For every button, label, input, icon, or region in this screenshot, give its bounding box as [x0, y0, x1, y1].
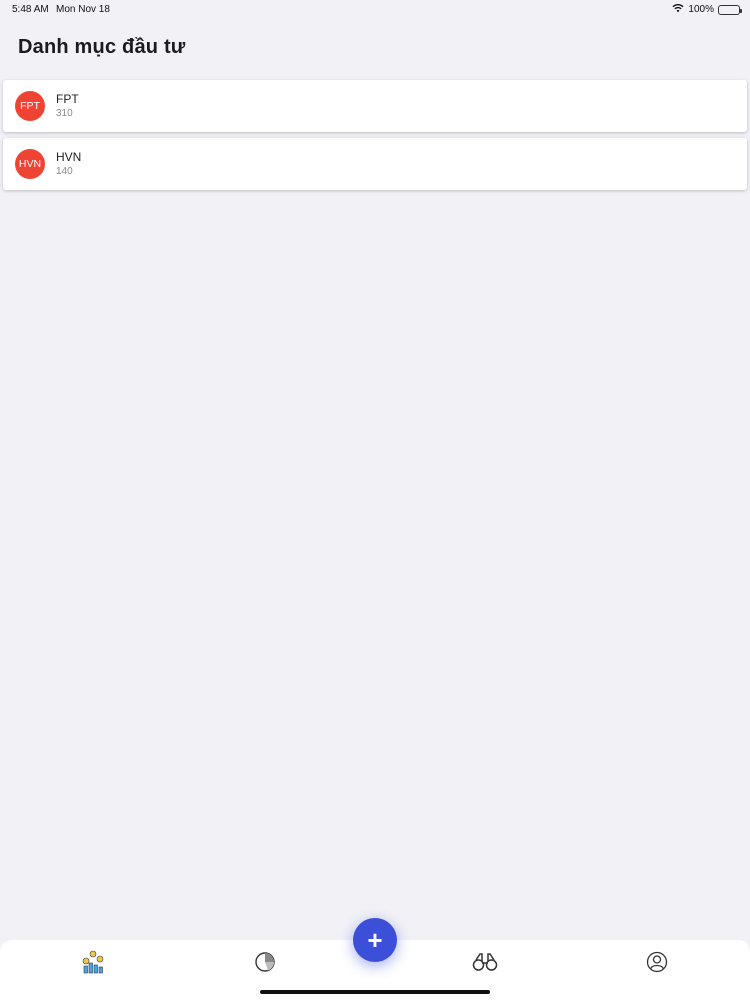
- status-bar: 5:48 AM Mon Nov 18 100%: [0, 0, 750, 18]
- wifi-icon: [672, 3, 684, 16]
- stock-avatar: FPT: [15, 91, 45, 121]
- tab-profile[interactable]: [643, 950, 671, 978]
- stock-symbol: FPT: [56, 92, 79, 106]
- stock-avatar: HVN: [15, 149, 45, 179]
- pie-chart-icon: [254, 951, 276, 978]
- portfolio-list: FPT FPT 310 HVN HVN 140: [3, 80, 747, 196]
- tab-chart[interactable]: [251, 950, 279, 978]
- stock-quantity: 140: [56, 166, 73, 177]
- binoculars-icon: [472, 952, 498, 977]
- status-date: Mon Nov 18: [56, 4, 110, 15]
- home-indicator: [260, 990, 490, 994]
- status-right: 100%: [672, 3, 742, 16]
- portfolio-coins-icon: [80, 949, 106, 980]
- page-title: Danh mục đầu tư: [18, 36, 186, 58]
- battery-icon: [718, 4, 742, 15]
- portfolio-item-hvn[interactable]: HVN HVN 140: [3, 138, 747, 190]
- profile-icon: [646, 951, 668, 978]
- stock-symbol: HVN: [56, 150, 82, 164]
- status-time: 5:48 AM: [12, 4, 49, 15]
- battery-percent: 100%: [688, 4, 714, 15]
- tab-explore[interactable]: [471, 950, 499, 978]
- add-button[interactable]: +: [353, 918, 397, 962]
- stock-quantity: 310: [56, 108, 73, 119]
- tab-portfolio[interactable]: [79, 950, 107, 978]
- portfolio-item-fpt[interactable]: FPT FPT 310: [3, 80, 747, 132]
